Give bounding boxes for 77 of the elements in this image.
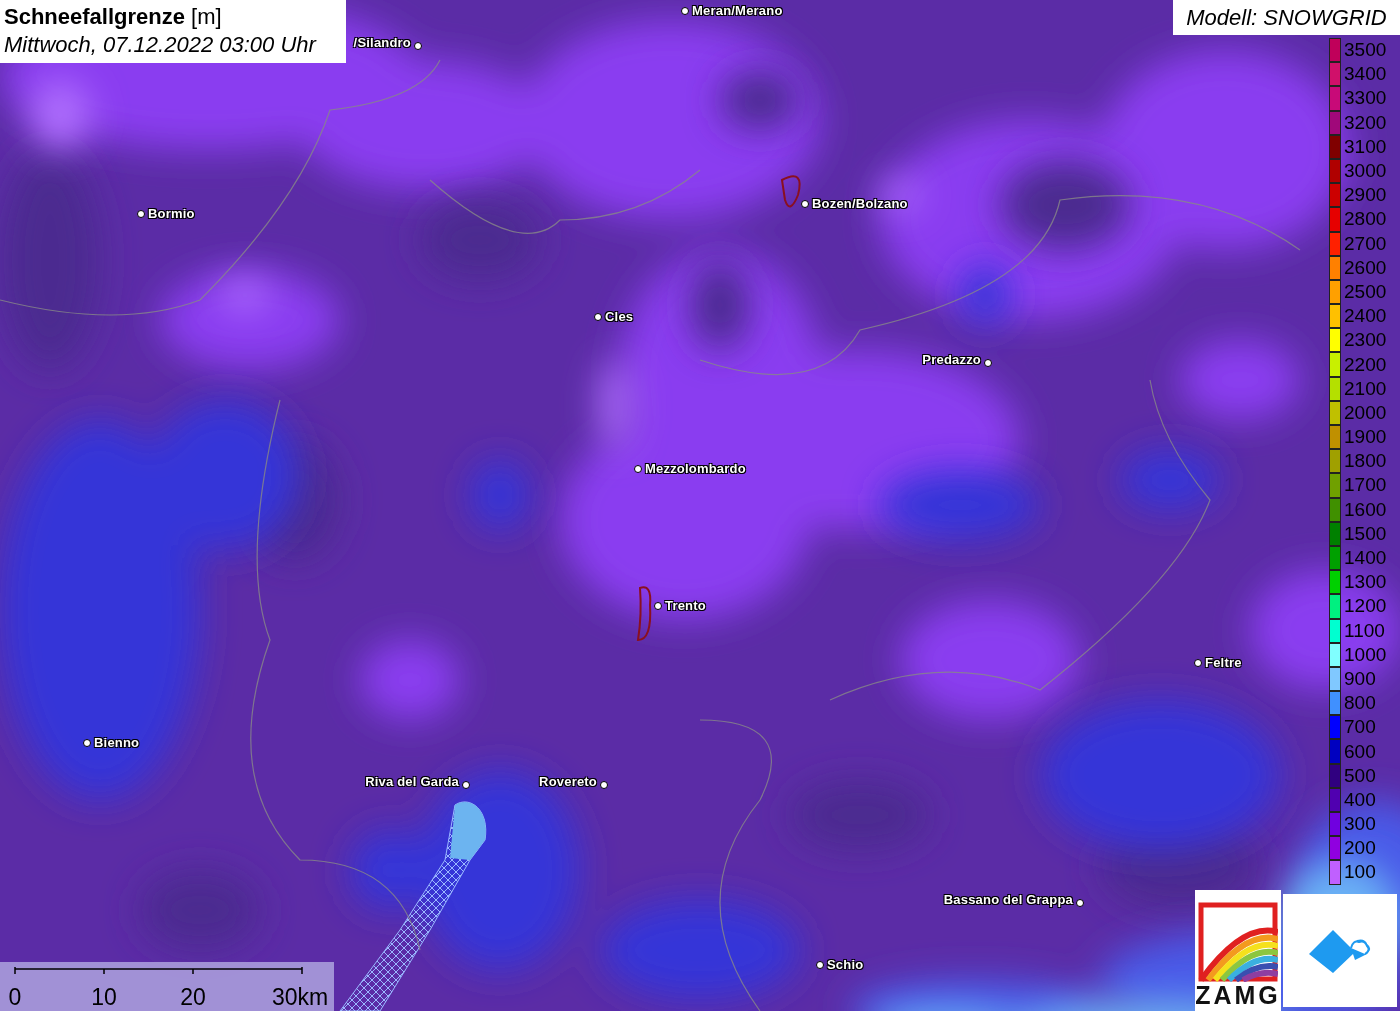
scale-label: 30km	[272, 984, 329, 1011]
legend-label: 2900	[1344, 185, 1387, 206]
legend-label: 1800	[1344, 451, 1387, 472]
cloud-roof-icon	[1307, 927, 1373, 974]
snowline-zone	[470, 460, 530, 530]
city-label: Bienno	[94, 735, 140, 750]
forecast-datetime: Mittwoch, 07.12.2022 03:00 Uhr	[4, 31, 318, 59]
city-marker-icon	[681, 6, 689, 15]
city-marker-icon	[634, 464, 642, 473]
legend-label: 600	[1344, 741, 1376, 762]
city-label: Cles	[605, 309, 634, 324]
city-marker-icon	[414, 42, 422, 50]
city-marker-icon	[600, 781, 608, 789]
zamg-logo-text: ZAMG	[1195, 982, 1281, 1008]
city-marker-icon	[594, 312, 602, 321]
legend-label: 100	[1344, 862, 1376, 883]
city-marker-icon	[801, 199, 809, 208]
city-label: Trento	[665, 598, 706, 613]
legend-label: 200	[1344, 838, 1376, 859]
legend-label: 1000	[1344, 644, 1387, 665]
legend-label: 1200	[1344, 596, 1387, 617]
city-marker-icon	[83, 738, 91, 747]
legend-label: 3300	[1344, 88, 1387, 109]
city-label: Riva del Garda	[365, 774, 459, 789]
city-label: Predazzo	[922, 352, 981, 367]
city-marker-icon	[462, 781, 470, 789]
city-marker-icon	[1076, 899, 1084, 907]
legend-label: 2400	[1344, 306, 1387, 327]
lake-shallow-area	[450, 802, 486, 860]
city-label: Rovereto	[539, 774, 597, 789]
legend-label: 3500	[1344, 40, 1387, 61]
legend-label: 300	[1344, 814, 1376, 835]
city-label: Bozen/Bolzano	[812, 196, 908, 211]
legend-label: 900	[1344, 668, 1376, 689]
city-boundary	[781, 175, 801, 208]
model-label: Modell: SNOWGRID	[1173, 0, 1400, 35]
map-title: Schneefallgrenze [m]	[4, 3, 223, 30]
legend-label: 1500	[1344, 523, 1387, 544]
legend-label: 2800	[1344, 209, 1387, 230]
legend-label: 1400	[1344, 548, 1387, 569]
legend-label: 2700	[1344, 233, 1387, 254]
legend-label: 1600	[1344, 499, 1387, 520]
city-label: /Silandro	[353, 35, 411, 50]
city-label: Bormio	[148, 206, 195, 221]
legend-label: 800	[1344, 693, 1376, 714]
legend-label: 3200	[1344, 112, 1387, 133]
legend-label: 1700	[1344, 475, 1387, 496]
legend-label: 400	[1344, 789, 1376, 810]
city-label: Mezzolombardo	[645, 461, 746, 476]
city-label: Bassano del Grappa	[943, 892, 1073, 907]
legend-label: 2200	[1344, 354, 1387, 375]
legend-label: 2300	[1344, 330, 1387, 351]
legend-label: 2000	[1344, 402, 1387, 423]
city-marker-icon	[1194, 658, 1202, 667]
city-label: Meran/Merano	[692, 3, 783, 18]
city-label: Feltre	[1205, 655, 1242, 670]
legend-label: 1100	[1344, 620, 1385, 641]
legend-label: 3400	[1344, 64, 1387, 85]
legend-label: 3000	[1344, 161, 1387, 182]
rainbow-icon	[1198, 902, 1278, 982]
legend-label: 2500	[1344, 281, 1387, 302]
scale-label: 10	[91, 984, 117, 1011]
city-marker-icon	[137, 209, 145, 218]
legend-label: 1900	[1344, 427, 1387, 448]
scale-label: 0	[8, 984, 22, 1011]
scale-label: 20	[180, 984, 206, 1011]
city-marker-icon	[654, 601, 662, 610]
legend-label: 1300	[1344, 572, 1387, 593]
legend-label: 700	[1344, 717, 1376, 738]
legend-label: 500	[1344, 765, 1376, 786]
city-marker-icon	[984, 359, 992, 367]
legend-label: 2600	[1344, 257, 1387, 278]
city-marker-icon	[816, 960, 824, 969]
city-boundary	[637, 586, 652, 641]
legend-label: 3100	[1344, 136, 1387, 157]
city-label: Schio	[827, 957, 864, 972]
legend-label: 2100	[1344, 378, 1387, 399]
